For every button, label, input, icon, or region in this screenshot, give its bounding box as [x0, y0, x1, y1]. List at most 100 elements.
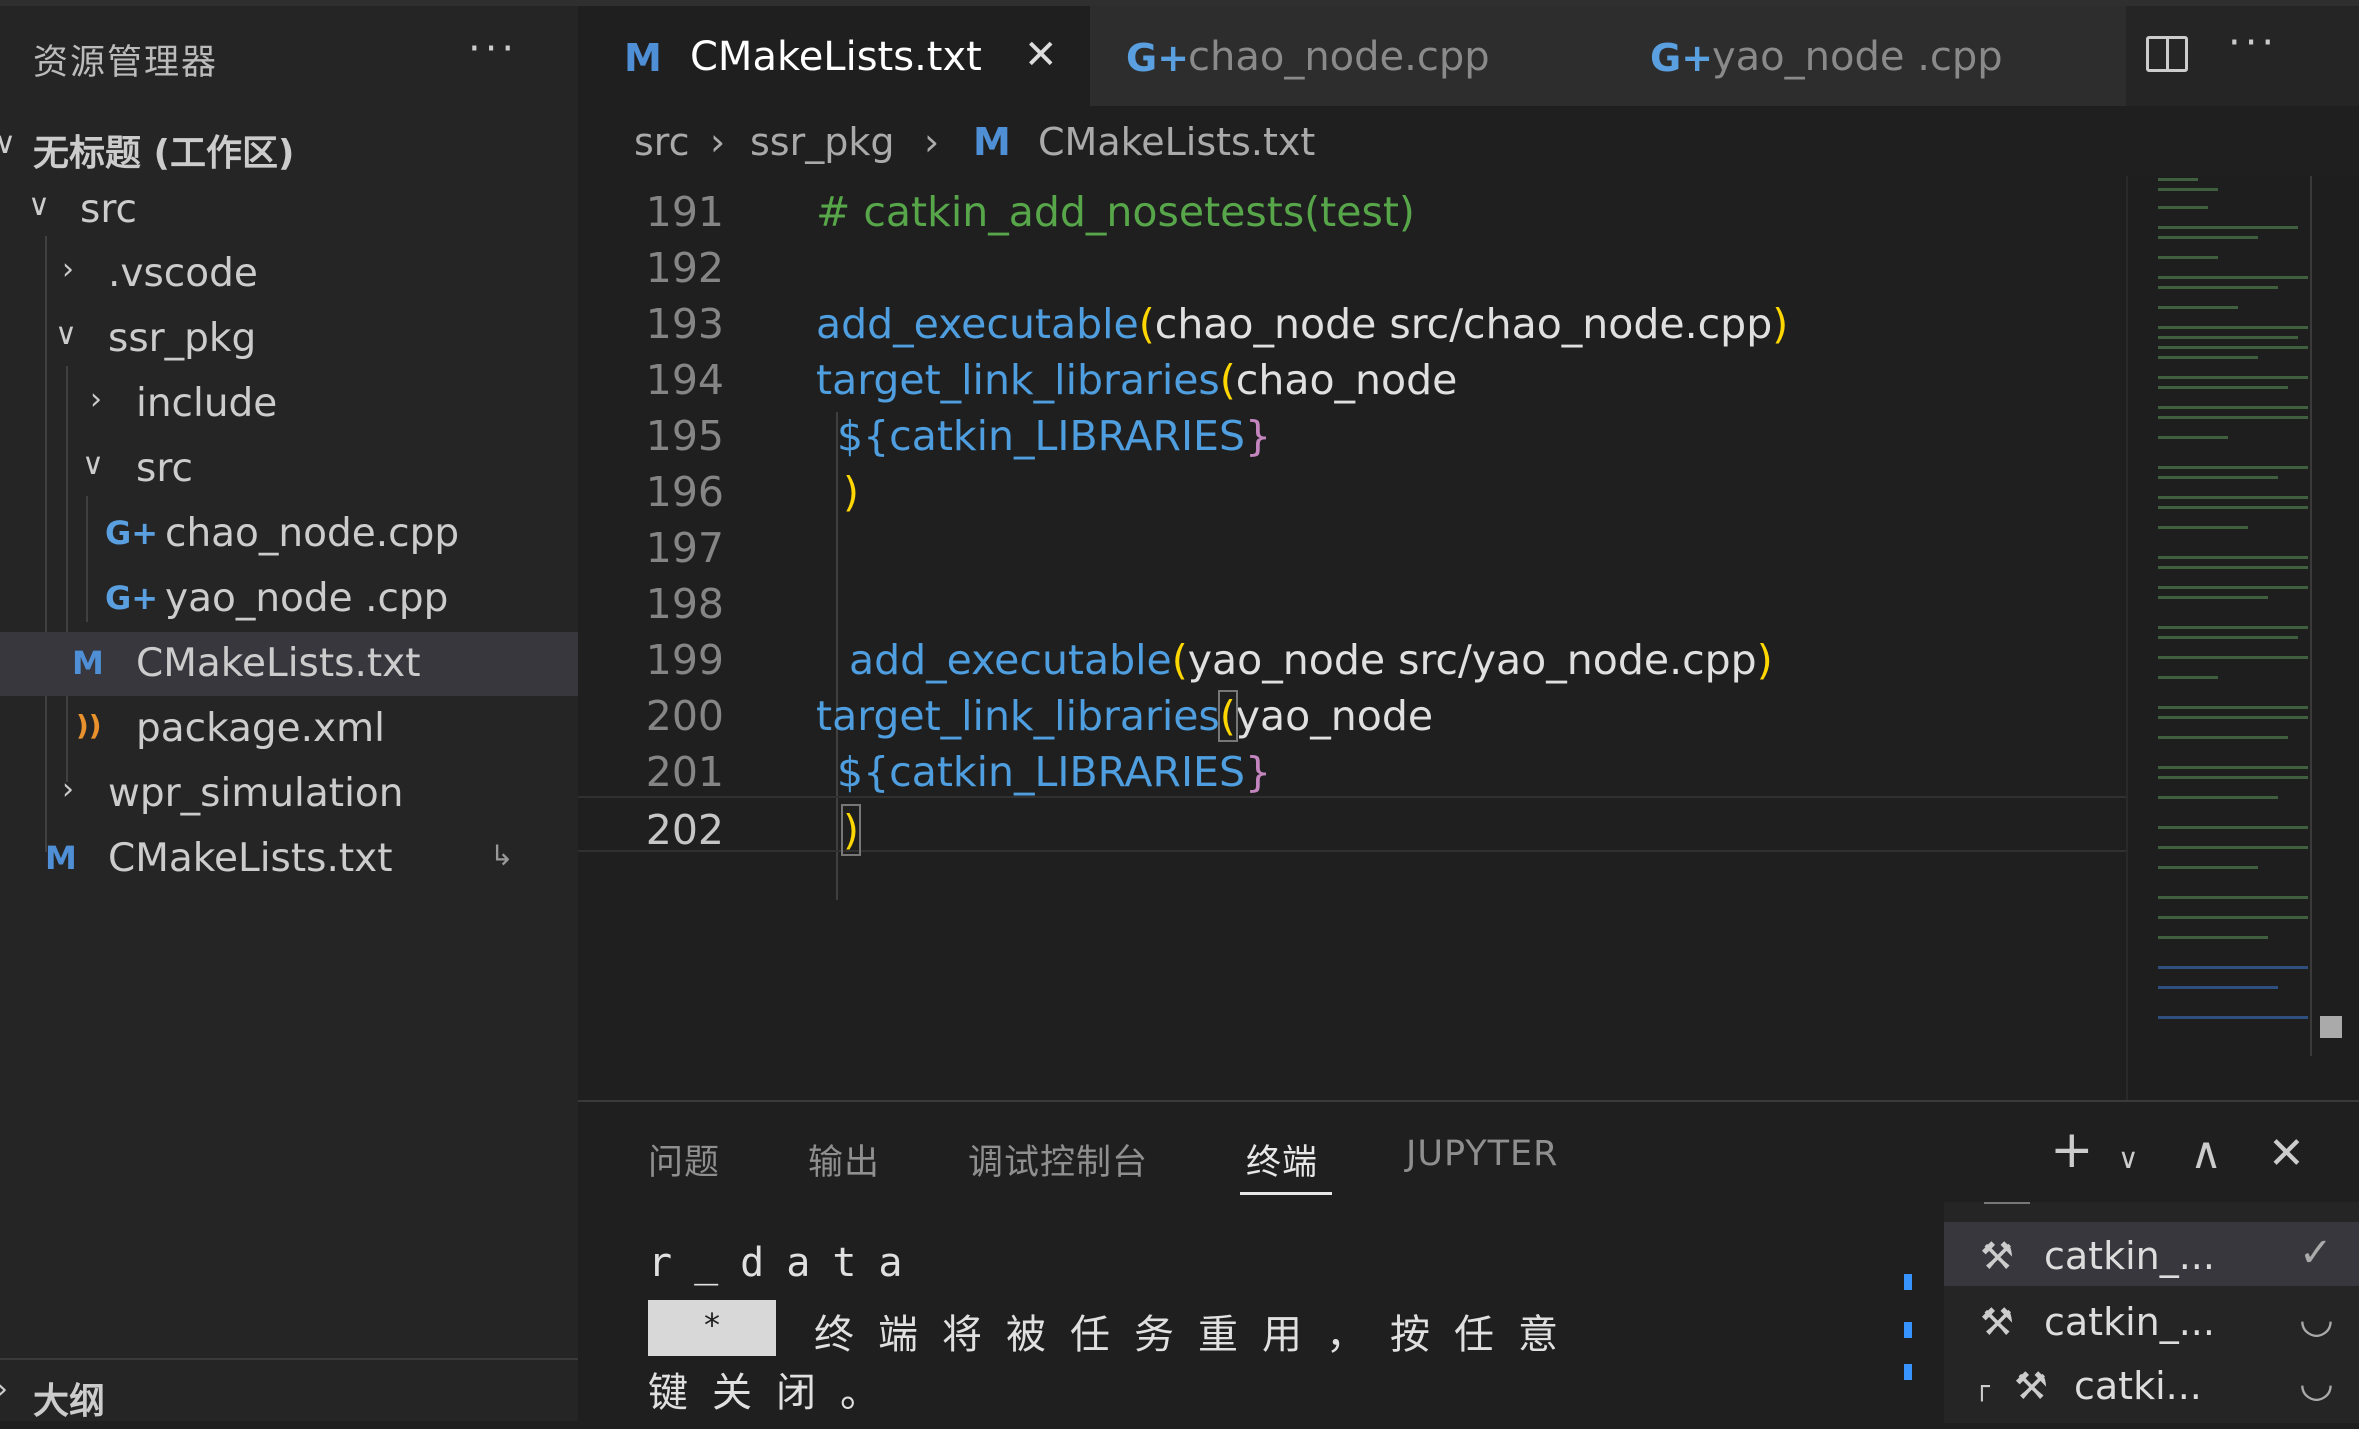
chevron-down-icon: ∨ [0, 126, 16, 161]
code-text: target_link_libraries(yao_node [816, 690, 1434, 742]
more-actions-icon[interactable]: ··· [2228, 20, 2278, 66]
tree-item-label: CMakeLists.txt [108, 836, 393, 881]
rss-file-icon: )) [76, 709, 102, 742]
tools-icon: ⚒ [2014, 1364, 2049, 1408]
explorer-sidebar: 资源管理器 ··· ∨ 无标题 (工作区) ∨ src › .vscode ∨ … [0, 6, 578, 1422]
split-editor-icon[interactable] [2146, 36, 2188, 72]
tab-terminal[interactable]: 终端 [1246, 1134, 1318, 1185]
scrollbar-handle[interactable] [2320, 1016, 2342, 1038]
tab-label: chao_node.cpp [1188, 34, 1490, 80]
line-number: 191 [645, 188, 724, 236]
tree-item-package-xml[interactable]: )) package.xml [0, 697, 578, 761]
chevron-down-icon: ∨ [28, 188, 50, 223]
code-line: 192 [578, 236, 2126, 292]
line-number: 200 [645, 692, 724, 740]
terminal-line: r_data [648, 1240, 925, 1286]
outline-section[interactable]: › 大纲 [0, 1358, 578, 1429]
tree-item-label: include [136, 381, 278, 426]
breadcrumb-separator-icon: › [710, 120, 726, 164]
line-number: 194 [645, 356, 724, 404]
loading-icon: ◡ [2299, 1296, 2334, 1342]
terminal-marker: * [648, 1300, 776, 1356]
tree-item-label: src [136, 446, 193, 491]
tab-output[interactable]: 输出 [808, 1134, 880, 1185]
chevron-right-icon: › [90, 382, 102, 417]
tab-problems[interactable]: 问题 [648, 1134, 720, 1185]
task-label: catkin_... [2044, 1300, 2215, 1344]
explorer-more-actions-icon[interactable]: ··· [468, 26, 518, 72]
code-text: ${catkin_LIBRARIES} [837, 412, 1272, 460]
line-number: 192 [645, 244, 724, 292]
workspace-label: 无标题 (工作区) [33, 133, 295, 174]
tools-icon: ⚒ [1980, 1300, 2015, 1344]
code-editor[interactable]: 191 # catkin_add_nosetests(test) 192 193… [578, 176, 2126, 1100]
close-panel-icon[interactable]: ✕ [2268, 1128, 2305, 1179]
cmake-file-icon: M [72, 644, 104, 682]
tab-jupyter[interactable]: JUPYTER [1406, 1134, 1558, 1174]
add-terminal-icon[interactable]: + [2050, 1120, 2094, 1180]
chevron-down-icon: ∨ [55, 317, 77, 352]
workspace-root[interactable]: ∨ 无标题 (工作区) [0, 118, 578, 174]
explorer-title: 资源管理器 [33, 43, 219, 83]
tree-item-label: package.xml [136, 706, 385, 751]
line-number: 193 [645, 300, 724, 348]
line-number: 197 [645, 524, 724, 572]
task-label: catkin_... [2044, 1234, 2215, 1278]
task-item[interactable]: ┌ ⚒ catki... ◡ [1944, 1352, 2359, 1416]
code-line: 191 # catkin_add_nosetests(test) [578, 180, 2126, 236]
breadcrumb-item[interactable]: CMakeLists.txt [1038, 120, 1315, 164]
minimap[interactable] [2126, 176, 2359, 1100]
cpp-file-icon: G+ [105, 579, 159, 617]
code-line: 193 add_executable(chao_node src/chao_no… [578, 292, 2126, 348]
terminal-line: 终端将被任务重用，按任意 [814, 1312, 1582, 1358]
minimap-scrollbar[interactable] [2310, 176, 2312, 1056]
line-number: 196 [645, 468, 724, 516]
tree-item-cmakelists-selected[interactable]: M CMakeLists.txt [0, 632, 578, 696]
code-line: 197 [578, 516, 2126, 572]
cpp-file-icon: G+ [105, 514, 159, 552]
cmake-file-icon: M [45, 839, 77, 877]
tree-item-vscode[interactable]: › .vscode [0, 242, 578, 306]
close-icon[interactable]: ✕ [1024, 32, 1058, 78]
tree-item-label: yao_node .cpp [165, 576, 449, 621]
breadcrumb-item[interactable]: src [634, 120, 689, 164]
breadcrumb: src › ssr_pkg › M CMakeLists.txt [578, 106, 2359, 176]
tree-item-ssr-pkg[interactable]: ∨ ssr_pkg [0, 307, 578, 371]
terminal-scroll-marker [1904, 1364, 1912, 1380]
editor-actions: ··· [2126, 6, 2359, 106]
tree-item-label: src [80, 187, 137, 232]
code-line: 200 target_link_libraries(yao_node [578, 684, 2126, 742]
tree-item-label: CMakeLists.txt [136, 641, 421, 686]
tab-debug-console[interactable]: 调试控制台 [968, 1134, 1148, 1185]
maximize-panel-icon[interactable]: ∧ [2190, 1128, 2222, 1179]
active-tab-indicator [1240, 1192, 1332, 1195]
task-item[interactable]: ⚒ catkin_... ✓ [1944, 1222, 2359, 1286]
line-number: 202 [645, 806, 724, 854]
breadcrumb-item[interactable]: ssr_pkg [750, 120, 894, 164]
symlink-icon: ↳ [490, 839, 514, 872]
tree-item-include[interactable]: › include [0, 372, 578, 436]
tree-item-yao-node-cpp[interactable]: G+ yao_node .cpp [0, 567, 578, 631]
tree-item-src[interactable]: ∨ src [0, 178, 578, 242]
line-number: 201 [645, 748, 724, 796]
tab-cmakelists[interactable]: M CMakeLists.txt ✕ [578, 6, 1092, 106]
chevron-down-icon: ∨ [82, 447, 104, 482]
cpp-file-icon: G+ [1650, 36, 1714, 80]
code-text: ) [841, 804, 861, 856]
tab-chao-node-cpp[interactable]: G+ chao_node.cpp [1090, 6, 1616, 106]
terminal-scroll-marker [1904, 1322, 1912, 1338]
chevron-down-icon[interactable]: ∨ [2118, 1142, 2139, 1175]
chevron-right-icon: › [62, 772, 74, 807]
cmake-file-icon: M [624, 36, 662, 80]
tree-item-root-cmakelists[interactable]: M CMakeLists.txt ↳ [0, 827, 578, 891]
code-line: 198 [578, 572, 2126, 628]
tree-item-src-folder[interactable]: ∨ src [0, 437, 578, 501]
task-item[interactable]: ⚒ catkin_... ◡ [1944, 1288, 2359, 1352]
tree-item-label: wpr_simulation [108, 771, 404, 816]
cmake-file-icon: M [973, 120, 1011, 164]
tree-item-wpr-simulation[interactable]: › wpr_simulation [0, 762, 578, 826]
tree-item-label: .vscode [108, 251, 258, 296]
tab-yao-node-cpp[interactable]: G+ yao_node .cpp [1614, 6, 2128, 106]
tree-item-chao-node-cpp[interactable]: G+ chao_node.cpp [0, 502, 578, 566]
code-line: 194 target_link_libraries(chao_node [578, 348, 2126, 404]
